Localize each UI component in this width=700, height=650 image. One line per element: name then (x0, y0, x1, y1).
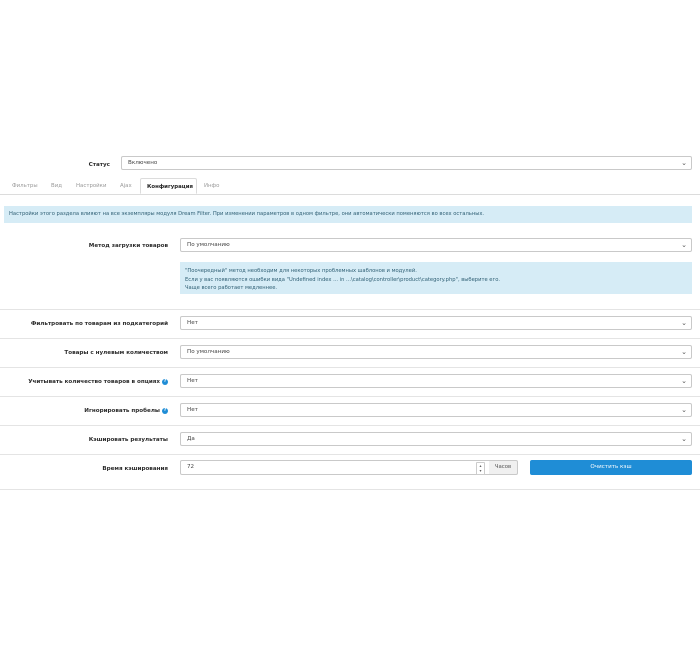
clear-cache-button[interactable]: Очистить кэш (530, 460, 692, 475)
status-value: Включено (128, 160, 158, 166)
divider (0, 489, 700, 490)
divider (0, 338, 700, 339)
option-qty-label-row: Учитывать количество товаров в опциях? (10, 376, 168, 388)
ignore-spaces-value: Нет (187, 407, 198, 413)
divider (0, 425, 700, 426)
cache-time-input[interactable]: 72 ▴ ▾ (180, 460, 490, 475)
tab-configuration[interactable]: Конфигурация (140, 178, 197, 194)
status-select[interactable]: Включено ⌄ (121, 156, 692, 170)
zero-qty-value: По умолчанию (187, 349, 230, 355)
tab-bar: Фильтры Вид Настройки Ajax Конфигурация … (0, 178, 700, 195)
option-qty-select[interactable]: Нет ⌄ (180, 374, 692, 388)
tab-settings[interactable]: Настройки (76, 178, 106, 194)
question-circle-icon[interactable]: ? (162, 379, 168, 385)
tab-view[interactable]: Вид (51, 178, 62, 194)
divider (0, 396, 700, 397)
chevron-down-icon: ⌄ (681, 319, 687, 327)
load-method-label: Метод загрузки товаров (88, 243, 168, 249)
zero-qty-label: Товары с нулевым количеством (64, 350, 168, 356)
option-qty-label: Учитывать количество товаров в опциях (28, 379, 160, 385)
load-method-select[interactable]: По умолчанию ⌄ (180, 238, 692, 252)
chevron-down-icon: ⌄ (681, 348, 687, 356)
chevron-down-icon: ⌄ (681, 241, 687, 249)
cache-results-select[interactable]: Да ⌄ (180, 432, 692, 446)
hint-line: Если у вас появляются ошибки вида "Undef… (185, 276, 501, 283)
chevron-down-icon: ⌄ (681, 159, 687, 167)
chevron-down-icon: ⌄ (681, 377, 687, 385)
option-qty-value: Нет (187, 378, 198, 384)
divider (0, 309, 700, 310)
cache-time-value: 72 (187, 464, 195, 470)
subcategories-select[interactable]: Нет ⌄ (180, 316, 692, 330)
subcategories-value: Нет (187, 320, 198, 326)
chevron-down-icon: ⌄ (681, 435, 687, 443)
load-method-hint: "Поочередный" метод необходим для некото… (180, 262, 692, 294)
cache-results-label: Кэшировать результаты (88, 437, 168, 443)
hint-line: Чаще всего работает медленнее. (185, 285, 278, 291)
tab-info[interactable]: Инфо (204, 178, 219, 194)
hint-line: "Поочередный" метод необходим для некото… (185, 268, 417, 274)
divider (0, 454, 700, 455)
tab-filters[interactable]: Фильтры (12, 178, 38, 194)
tab-ajax[interactable]: Ajax (120, 178, 132, 194)
ignore-spaces-label: Игнорировать пробелы (84, 408, 160, 414)
ignore-spaces-select[interactable]: Нет ⌄ (180, 403, 692, 417)
chevron-down-icon: ⌄ (681, 406, 687, 414)
ignore-spaces-label-row: Игнорировать пробелы? (10, 405, 168, 417)
question-circle-icon[interactable]: ? (162, 408, 168, 414)
load-method-value: По умолчанию (187, 242, 230, 248)
status-label: Статус (88, 162, 110, 168)
subcategories-label: Фильтровать по товарам из подкатегорий (30, 321, 168, 327)
cache-results-value: Да (187, 436, 195, 442)
divider (0, 367, 700, 368)
config-notice: Настройки этого раздела влияют на все эк… (4, 206, 692, 223)
cache-time-unit: Часов (489, 460, 518, 475)
cache-time-label: Время кэширования (102, 466, 168, 472)
number-spinner-icon[interactable]: ▴ ▾ (476, 462, 485, 475)
zero-qty-select[interactable]: По умолчанию ⌄ (180, 345, 692, 359)
